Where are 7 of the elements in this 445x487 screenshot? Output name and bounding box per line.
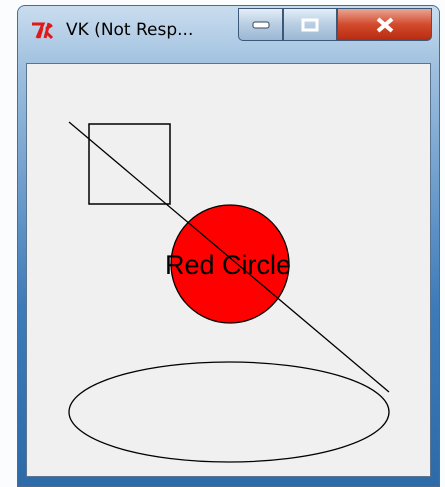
window-title: VK (Not Resp...: [66, 20, 194, 40]
maximize-button[interactable]: [283, 8, 337, 41]
close-icon: [374, 16, 394, 32]
close-button[interactable]: [337, 8, 432, 41]
minimize-icon: [252, 20, 270, 28]
minimize-button[interactable]: [238, 8, 283, 41]
maximize-icon: [301, 18, 319, 32]
